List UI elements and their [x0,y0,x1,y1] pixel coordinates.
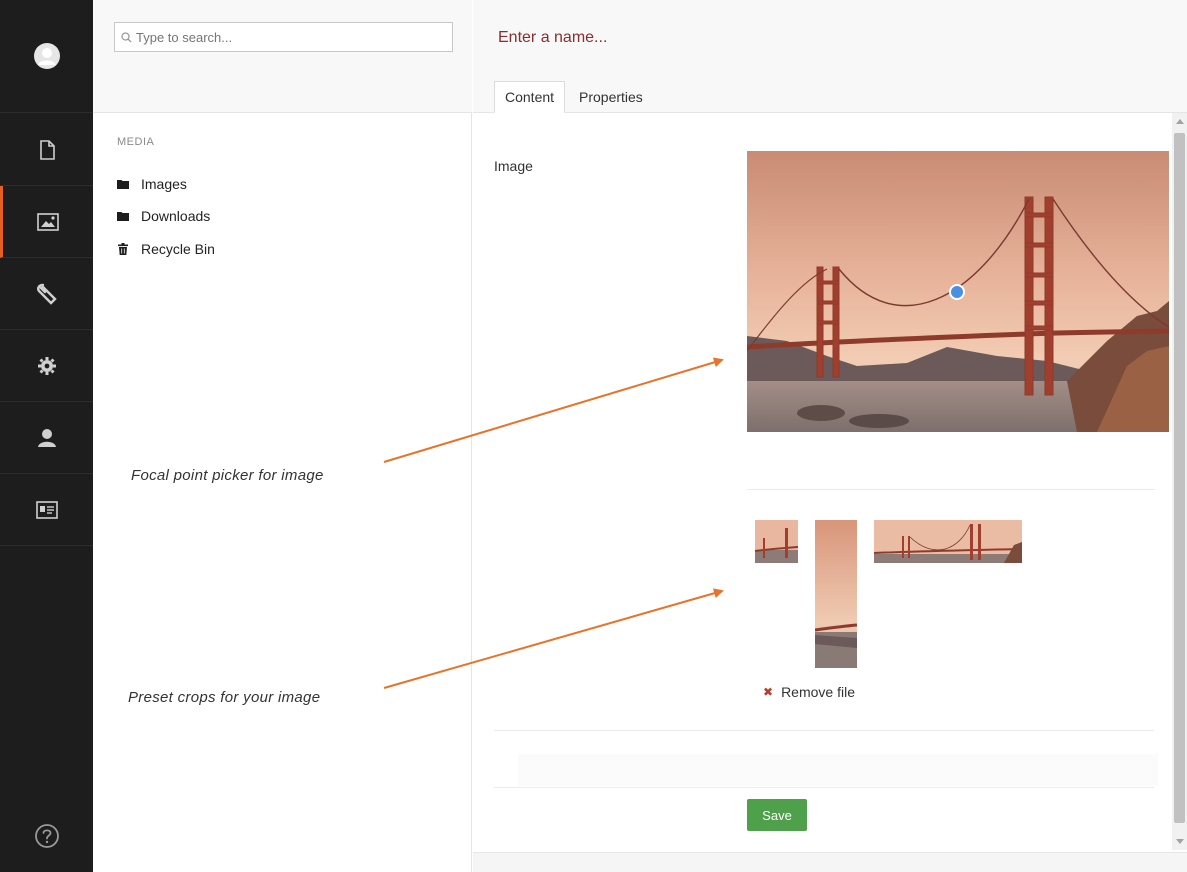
tree-item-label: Images [141,176,187,192]
remove-file-label: Remove file [781,684,855,700]
remove-file-button[interactable]: ✖ Remove file [763,684,855,700]
editor-bottom-bar [473,852,1187,872]
main-navigation-rail [0,0,93,872]
help-button[interactable] [0,800,93,872]
tree-item-downloads[interactable]: Downloads [117,208,210,224]
media-editor: Enter a name... Content Properties Image [473,0,1187,872]
user-avatar-icon [33,43,60,69]
media-tree-panel: MEDIA Images Downloads Recycle Bin [93,0,472,872]
close-icon: ✖ [763,685,774,699]
tree-item-label: Downloads [141,208,211,224]
wrench-icon [36,283,57,305]
rail-item-members[interactable] [0,474,93,546]
tree-section-title: MEDIA [117,136,155,148]
editor-header: Enter a name... Content Properties [473,0,1187,113]
search-input[interactable] [136,29,436,45]
name-field[interactable]: Enter a name... [498,29,607,47]
folder-icon [117,212,129,221]
annotation-focal-point: Focal point picker for image [131,467,324,484]
crop-thumbnail-wide[interactable] [874,520,1022,563]
rail-item-users[interactable] [0,402,93,474]
image-icon [37,212,59,231]
divider [494,787,1154,788]
rail-item-settings[interactable] [0,330,93,402]
avatar[interactable] [0,0,93,113]
gear-icon [37,356,56,375]
rail-item-developer[interactable] [0,258,93,330]
divider [747,489,1155,490]
divider [494,730,1154,731]
tree-item-images[interactable]: Images [117,176,187,192]
help-icon [34,824,59,848]
tree-item-recycle-bin[interactable]: Recycle Bin [117,241,215,257]
scroll-up-icon[interactable] [1176,119,1184,124]
search-box[interactable] [114,22,453,52]
tree-item-label: Recycle Bin [141,241,215,257]
search-header [93,0,472,113]
scrollbar[interactable] [1172,113,1187,850]
save-button[interactable]: Save [747,799,807,831]
folder-icon [117,180,129,189]
footer-band [518,754,1158,786]
id-card-icon [35,500,58,519]
trash-icon [118,243,128,255]
crop-thumbnail-square[interactable] [755,520,798,563]
rail-item-content[interactable] [0,114,93,186]
document-icon [39,139,55,160]
crop-thumbnail-portrait[interactable] [815,520,857,668]
tab-content[interactable]: Content [494,81,566,113]
focal-point-marker[interactable] [949,284,965,300]
annotation-preset-crops: Preset crops for your image [128,689,321,706]
scrollbar-thumb[interactable] [1174,133,1185,823]
search-icon [121,31,132,42]
property-label-image: Image [494,158,533,174]
scroll-down-icon[interactable] [1176,839,1184,844]
tab-properties[interactable]: Properties [569,81,653,113]
user-icon [37,428,56,447]
rail-item-media[interactable] [0,186,93,258]
